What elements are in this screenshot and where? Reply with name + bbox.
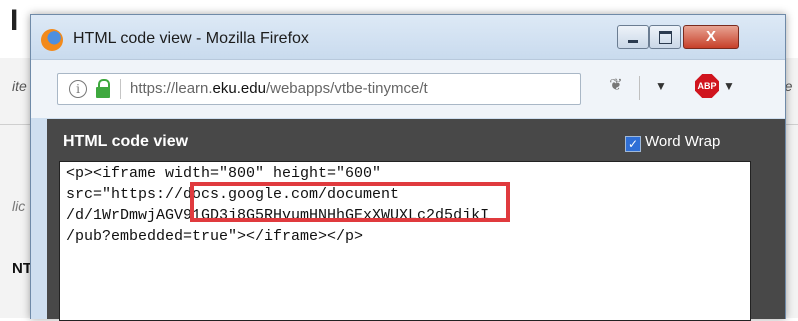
url-domain: eku.edu — [212, 80, 266, 97]
minimize-icon — [628, 40, 638, 43]
maximize-icon — [659, 31, 672, 44]
background-text-bold: NT — [12, 260, 32, 277]
close-icon: X — [705, 28, 716, 45]
background-heading: I — [10, 4, 18, 37]
info-icon[interactable]: i — [69, 80, 87, 98]
adblock-dropdown-icon[interactable]: ▼ — [723, 79, 735, 93]
title-bar[interactable]: HTML code view - Mozilla Firefox X — [31, 15, 785, 59]
background-text-left: ite — [12, 78, 27, 94]
url-separator — [120, 79, 121, 99]
background-text-mid: lic — [12, 198, 26, 214]
word-wrap-label[interactable]: Word Wrap — [645, 133, 720, 150]
firefox-icon — [41, 29, 63, 51]
lock-icon[interactable] — [96, 79, 110, 99]
extension-bug-icon[interactable]: ❦ — [605, 77, 627, 95]
panel-title: HTML code view — [63, 133, 189, 150]
annotation-highlight-box — [190, 182, 510, 222]
adblock-plus-icon[interactable]: ABP — [695, 74, 719, 98]
minimize-button[interactable] — [617, 25, 649, 49]
maximize-button[interactable] — [649, 25, 681, 49]
toolbar-divider — [639, 76, 640, 100]
code-line: <p><iframe width="800" height="600" — [66, 165, 382, 182]
firefox-window: HTML code view - Mozilla Firefox X i htt… — [30, 14, 786, 321]
word-wrap-checkbox[interactable]: ✓ — [625, 136, 641, 152]
chevron-down-icon[interactable]: ▼ — [655, 79, 667, 93]
window-title: HTML code view - Mozilla Firefox — [73, 30, 309, 47]
close-button[interactable]: X — [683, 25, 739, 49]
url-text[interactable]: https://learn.eku.edu/webapps/vtbe-tinym… — [130, 80, 428, 97]
navigation-bar: i https://learn.eku.edu/webapps/vtbe-tin… — [31, 59, 785, 118]
url-bar[interactable]: i https://learn.eku.edu/webapps/vtbe-tin… — [57, 73, 581, 105]
code-line: /pub?embedded=true"></iframe></p> — [66, 228, 364, 245]
